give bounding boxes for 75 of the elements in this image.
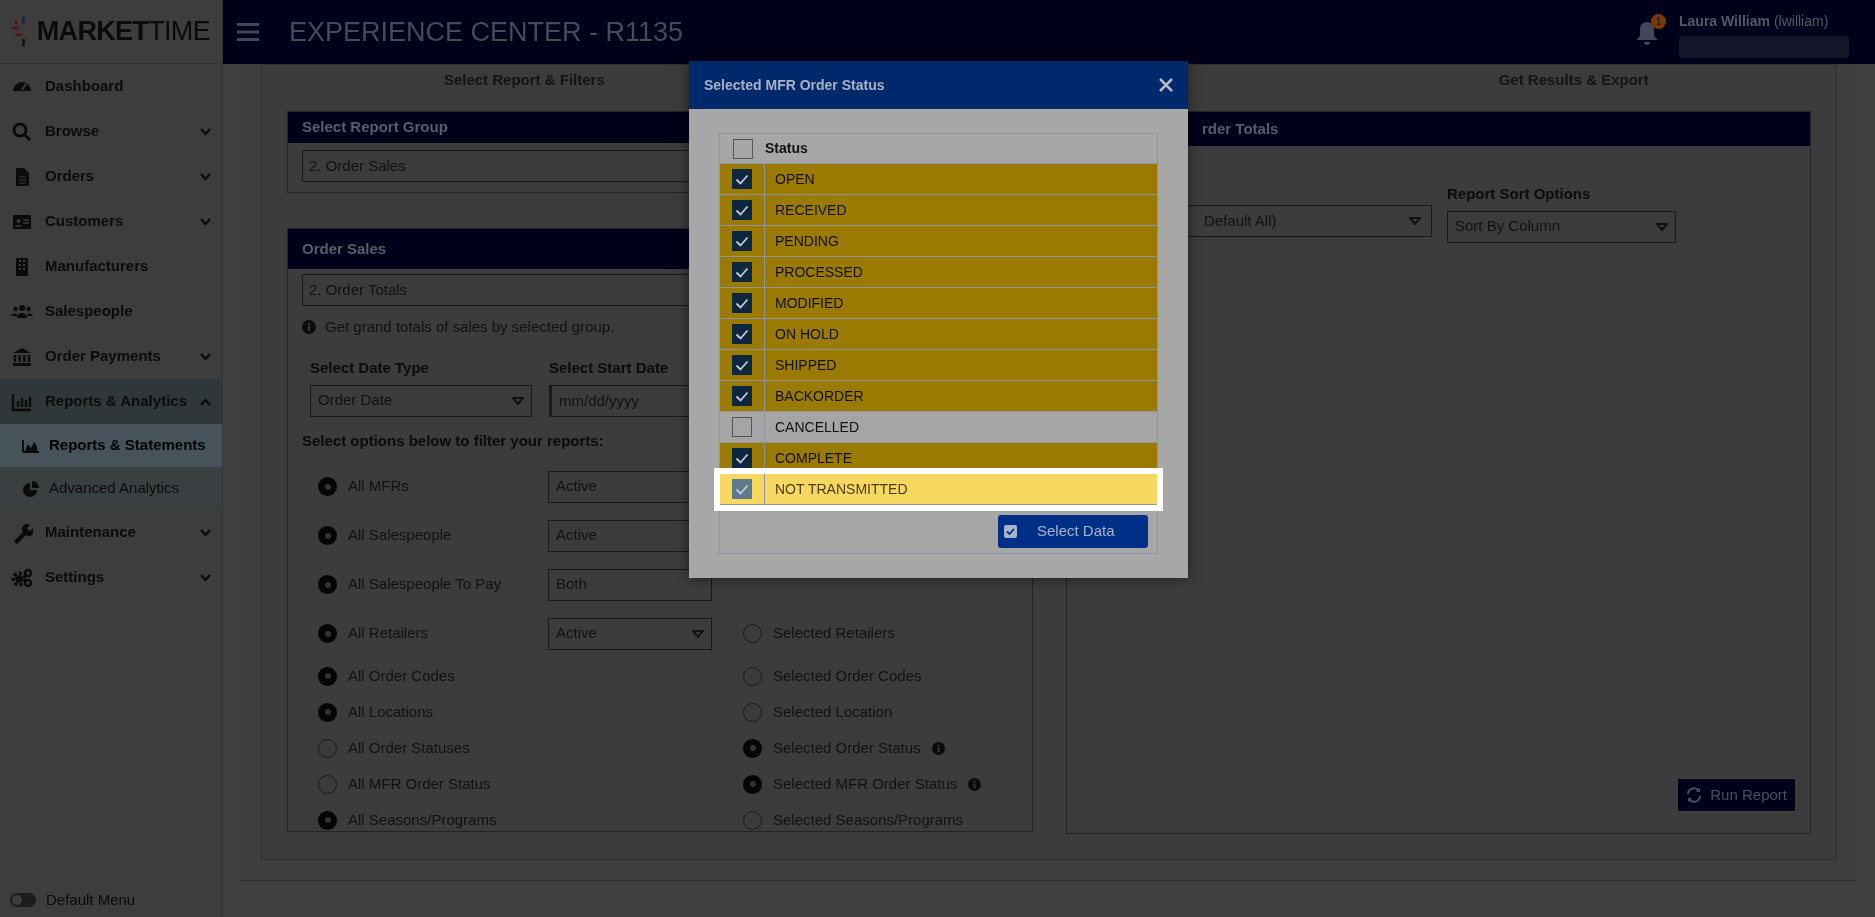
checkbox[interactable]	[732, 417, 752, 437]
checkbox[interactable]	[732, 479, 752, 499]
checkmark-icon	[735, 359, 749, 371]
checkmark-icon	[735, 328, 749, 340]
status-row[interactable]: BACKORDER	[720, 381, 1157, 412]
run-report-button[interactable]: Run Report	[1678, 779, 1795, 811]
checkmark-icon	[735, 266, 749, 278]
checkbox[interactable]	[732, 293, 752, 313]
radio-button[interactable]	[743, 738, 762, 758]
radio-button[interactable]	[318, 702, 337, 722]
checkbox-icon	[1004, 525, 1017, 538]
toggle-switch[interactable]	[10, 893, 36, 907]
modal-title: Selected MFR Order Status	[704, 75, 885, 95]
checkbox[interactable]	[732, 169, 752, 189]
checkbox[interactable]	[732, 231, 752, 251]
radio-button[interactable]	[743, 774, 762, 794]
radio-button[interactable]	[318, 810, 337, 830]
checkmark-icon	[735, 390, 749, 402]
caret-icon	[692, 629, 704, 638]
select-data-button[interactable]: Select Data	[998, 515, 1148, 548]
status-row[interactable]: MODIFIED	[720, 288, 1157, 319]
page-title: EXPERIENCE CENTER - R1135	[289, 15, 684, 49]
caret-icon	[1409, 217, 1421, 225]
checkmark-icon	[735, 204, 749, 216]
info-icon	[302, 320, 316, 334]
status-label: CANCELLED	[774, 417, 860, 437]
status-label: NOT TRANSMITTED	[774, 479, 908, 499]
status-row[interactable]: CANCELLED	[720, 412, 1157, 443]
status-label: ON HOLD	[774, 324, 839, 344]
checkmark-icon	[735, 483, 749, 495]
checkbox[interactable]	[732, 355, 752, 375]
checkbox[interactable]	[732, 262, 752, 282]
status-label: BACKORDER	[774, 386, 864, 406]
gear-icon	[11, 566, 33, 589]
status-row[interactable]: OPEN	[720, 164, 1157, 195]
checkmark-icon	[735, 235, 749, 247]
pie-chart-icon	[22, 480, 39, 497]
card-title: rder Totals	[1202, 118, 1279, 139]
status-row[interactable]: PENDING	[720, 226, 1157, 257]
checkmark-icon	[735, 297, 749, 309]
search-icon	[11, 120, 33, 143]
radio-button[interactable]	[318, 624, 337, 643]
sidebar-subitem[interactable]: Advanced Analytics	[0, 467, 222, 510]
checkbox[interactable]	[732, 386, 752, 406]
status-row[interactable]: ON HOLD	[720, 319, 1157, 350]
status-row[interactable]: SHIPPED	[720, 350, 1157, 381]
radio-button[interactable]	[318, 666, 337, 686]
status-label: SHIPPED	[774, 355, 837, 375]
close-icon[interactable]	[1159, 78, 1173, 92]
sidebar-subitem[interactable]: Reports & Statements	[0, 424, 222, 467]
status-row[interactable]: PROCESSED	[720, 257, 1157, 288]
checkbox[interactable]	[732, 448, 752, 468]
notification-count: 1	[1651, 14, 1666, 29]
radio-button[interactable]	[318, 575, 337, 594]
checkbox[interactable]	[732, 138, 753, 159]
card-title: Order Sales	[302, 238, 387, 259]
radio-button[interactable]	[318, 526, 337, 545]
user-id: (lwilliam)	[1773, 12, 1829, 31]
bank-icon	[11, 345, 33, 368]
caret-icon	[1656, 222, 1668, 231]
checkbox[interactable]	[732, 200, 752, 220]
refresh-icon	[1686, 787, 1703, 803]
radio-button[interactable]	[318, 477, 337, 496]
area-chart-icon	[22, 437, 39, 454]
checkbox[interactable]	[732, 324, 752, 344]
caret-icon	[512, 396, 524, 405]
status-row[interactable]: RECEIVED	[720, 195, 1157, 226]
status-label: RECEIVED	[774, 200, 847, 220]
user-name[interactable]: Laura William	[1679, 11, 1770, 32]
status-label: PENDING	[774, 231, 839, 251]
status-label: COMPLETE	[774, 448, 852, 468]
menu-icon[interactable]	[237, 23, 259, 41]
checkmark-icon	[735, 452, 749, 464]
card-title: Select Report Group	[302, 117, 448, 138]
checkmark-icon	[735, 173, 749, 185]
